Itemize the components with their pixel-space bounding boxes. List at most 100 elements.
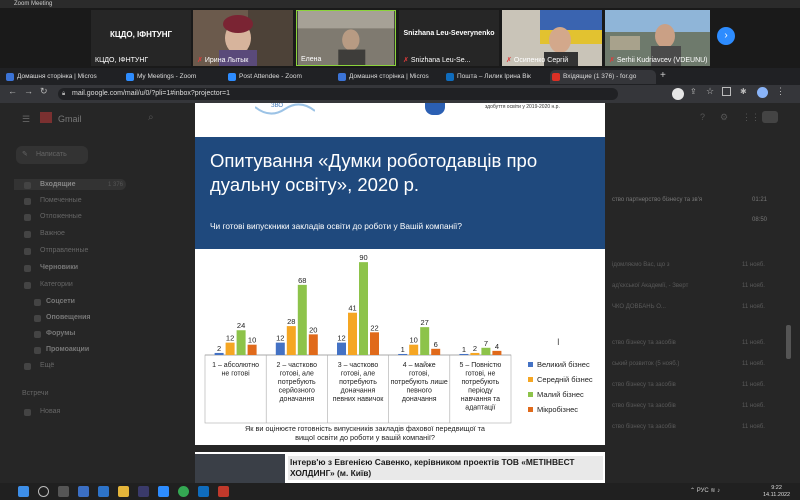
sidebar-item-updates[interactable]: Оповещения (46, 314, 90, 321)
sidebar-item-forums[interactable]: Форумы (46, 330, 75, 337)
participant-tile-3[interactable]: Елена (296, 10, 396, 66)
extension-icon[interactable] (672, 88, 684, 100)
tab-6[interactable]: Вхідящие (1 376) - for.go (550, 70, 656, 84)
participant-tile-4[interactable]: Snizhana Leu-Severynenko ✗ Snizhana Leu-S… (399, 10, 499, 66)
chart-legend-label: Мікробізнес (537, 405, 578, 414)
tab-4[interactable]: Домашня сторінка | Micros (336, 70, 440, 84)
chrome-icon[interactable] (178, 486, 189, 497)
email-row-time: 11 нояб. (742, 340, 765, 346)
email-row-time: 11 нояб. (742, 283, 765, 289)
tab-3[interactable]: Post Attendee - Zoom (226, 70, 332, 84)
chevron-right-icon: › (724, 30, 728, 41)
profile-avatar[interactable] (757, 87, 768, 98)
chart-bottom-question: Як ви оцінюєте готовність випускників за… (245, 424, 486, 442)
email-row-preview[interactable]: ад'єкської Академії, - Зверт (612, 283, 688, 289)
email-row-time: 11 нояб. (742, 304, 765, 310)
compose-button[interactable]: ✎ Написать (16, 146, 88, 164)
back-button[interactable]: ← (8, 86, 17, 96)
participant-tile-6[interactable]: ✗ Serhii Kudriavcev (VDEUNU) (605, 10, 710, 66)
chart-bar (214, 352, 224, 355)
chart-category-label: 3 – частково готові, але потребують доначан… (333, 362, 385, 403)
gallery-next-button[interactable]: › (717, 27, 735, 45)
sidebar-item-social[interactable]: Соцсети (46, 298, 75, 305)
muted-mic-icon: ✗ (197, 57, 203, 64)
draft-icon (24, 265, 31, 272)
extensions-puzzle-icon[interactable]: ✱ (740, 87, 747, 96)
file-explorer-icon[interactable] (118, 486, 129, 497)
email-row-time: 11 нояб. (742, 424, 765, 430)
pencil-icon: ✎ (22, 151, 28, 158)
new-tab-button[interactable]: + (660, 70, 666, 81)
email-row-time: 01:21 (752, 197, 768, 203)
gmail-logo-icon (40, 112, 52, 123)
store-icon[interactable] (138, 486, 149, 497)
search-icon[interactable]: ⌕ (148, 112, 154, 123)
settings-gear-icon[interactable]: ⚙ (720, 112, 728, 123)
scrollbar-thumb[interactable] (786, 325, 791, 359)
side-panel-icon[interactable] (722, 87, 731, 96)
account-avatar[interactable] (762, 111, 778, 123)
language-indicator[interactable]: РУС (697, 488, 709, 494)
email-row-preview[interactable]: ідомляємо Вас, що з (612, 262, 670, 268)
edge-icon[interactable] (98, 486, 109, 497)
widgets-icon[interactable] (78, 486, 89, 497)
meet-new-button[interactable]: Новая (40, 408, 60, 415)
chart-category-label: 5 – Повністю готові, не потребують періоду н… (460, 361, 502, 412)
tab-2[interactable]: My Meetings - Zoom (124, 70, 222, 84)
send-icon (24, 248, 31, 255)
email-row-preview[interactable]: ство бізнесу та засобів (612, 382, 676, 388)
chevron-down-icon (24, 363, 31, 370)
email-row-preview[interactable]: ЧКО ДОВБАНЬ О... (612, 304, 666, 310)
taskbar-search-icon[interactable] (38, 486, 49, 497)
outlook-icon (446, 73, 454, 81)
email-row-preview[interactable]: ство бізнесу та засобів (612, 403, 676, 409)
email-row-preview[interactable]: ство партнерство бізнесу та зв'я (612, 197, 702, 203)
windows-start-icon[interactable] (18, 486, 29, 497)
sidebar-item-more[interactable]: Ещё (40, 362, 54, 369)
task-view-icon[interactable] (58, 486, 69, 497)
volume-icon[interactable]: ♪ (717, 488, 720, 494)
chart-data-label: 10 (410, 336, 418, 345)
sidebar-item-inbox[interactable]: Входящие (40, 181, 76, 188)
apps-grid-icon[interactable]: ⋮⋮ (742, 112, 760, 123)
participant-tile-5[interactable]: ✗ Осипенко Сергій (502, 10, 602, 66)
sidebar-item-promotions[interactable]: Промоакции (46, 346, 89, 353)
email-row-preview[interactable]: ський розвиток (5 нояб.) (612, 361, 679, 367)
sidebar-item-snoozed[interactable]: Отложенные (40, 213, 82, 220)
participant-tile-2[interactable]: ✗ Ирина Лытык (193, 10, 293, 66)
address-bar[interactable]: 🔒︎ mail.google.com/mail/u/0/?pli=1#inbox?… (58, 88, 618, 100)
tab-1[interactable]: Домашня сторінка | Micros (4, 70, 120, 84)
hamburger-menu-icon[interactable]: ☰ (22, 114, 30, 125)
system-clock[interactable]: 9:22 14.11.2022 (763, 485, 790, 498)
muted-mic-icon: ✗ (506, 57, 512, 64)
email-row-preview[interactable]: ство бізнесу та засобів (612, 340, 676, 346)
help-icon[interactable]: ? (700, 112, 705, 122)
menu-kebab-icon[interactable]: ⋮ (776, 86, 785, 97)
arrow-right-icon: → (24, 86, 33, 96)
outlook-taskbar-icon[interactable] (198, 486, 209, 497)
bookmark-star-icon[interactable]: ☆ (706, 86, 714, 97)
zoom-taskbar-icon[interactable] (158, 486, 169, 497)
chart-legend-swatch (528, 407, 533, 412)
chart-legend-swatch (528, 392, 533, 397)
sidebar-item-sent[interactable]: Отправленные (40, 247, 88, 254)
forum-icon (34, 331, 41, 338)
email-row-preview[interactable]: ство бізнесу та засобів (612, 424, 676, 430)
sidebar-item-important[interactable]: Важное (40, 230, 65, 237)
next-slide-preview: Інтерв'ю з Евгенією Савенко, керівником … (195, 452, 605, 483)
reload-button[interactable]: ↻ (40, 86, 48, 97)
muted-mic-icon: ✗ (403, 57, 409, 64)
acrobat-icon[interactable] (218, 486, 229, 497)
participant-name: КЦДО, ІФНТУНГ (95, 57, 149, 64)
sidebar-item-drafts[interactable]: Черновики (40, 264, 78, 271)
zoom-title: Zoom Meeting (14, 1, 53, 7)
participant-tile-1[interactable]: КЦДО, ІФНТУНГ КЦДО, ІФНТУНГ (91, 10, 191, 66)
sidebar-item-categories[interactable]: Категории (40, 281, 73, 288)
forward-button[interactable]: → (24, 86, 33, 96)
sidebar-item-starred[interactable]: Помеченные (40, 197, 82, 204)
wifi-icon[interactable]: ≋ (710, 488, 715, 494)
people-icon (34, 299, 41, 306)
tab-5[interactable]: Пошта – Лилик Ірина Вік (444, 70, 548, 84)
chevron-up-icon[interactable]: ⌃ (690, 488, 695, 494)
share-icon[interactable]: ⇪ (690, 87, 697, 96)
